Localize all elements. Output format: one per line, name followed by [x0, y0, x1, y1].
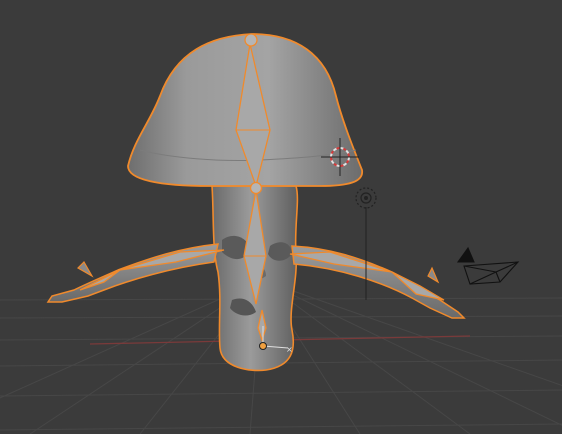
- origin-icon[interactable]: [259, 342, 267, 350]
- viewport-canvas[interactable]: ×: [0, 0, 562, 434]
- svg-text:×: ×: [286, 345, 293, 354]
- light-icon[interactable]: [355, 187, 377, 300]
- camera-icon[interactable]: [456, 246, 520, 285]
- 3d-viewport[interactable]: ×: [0, 0, 562, 434]
